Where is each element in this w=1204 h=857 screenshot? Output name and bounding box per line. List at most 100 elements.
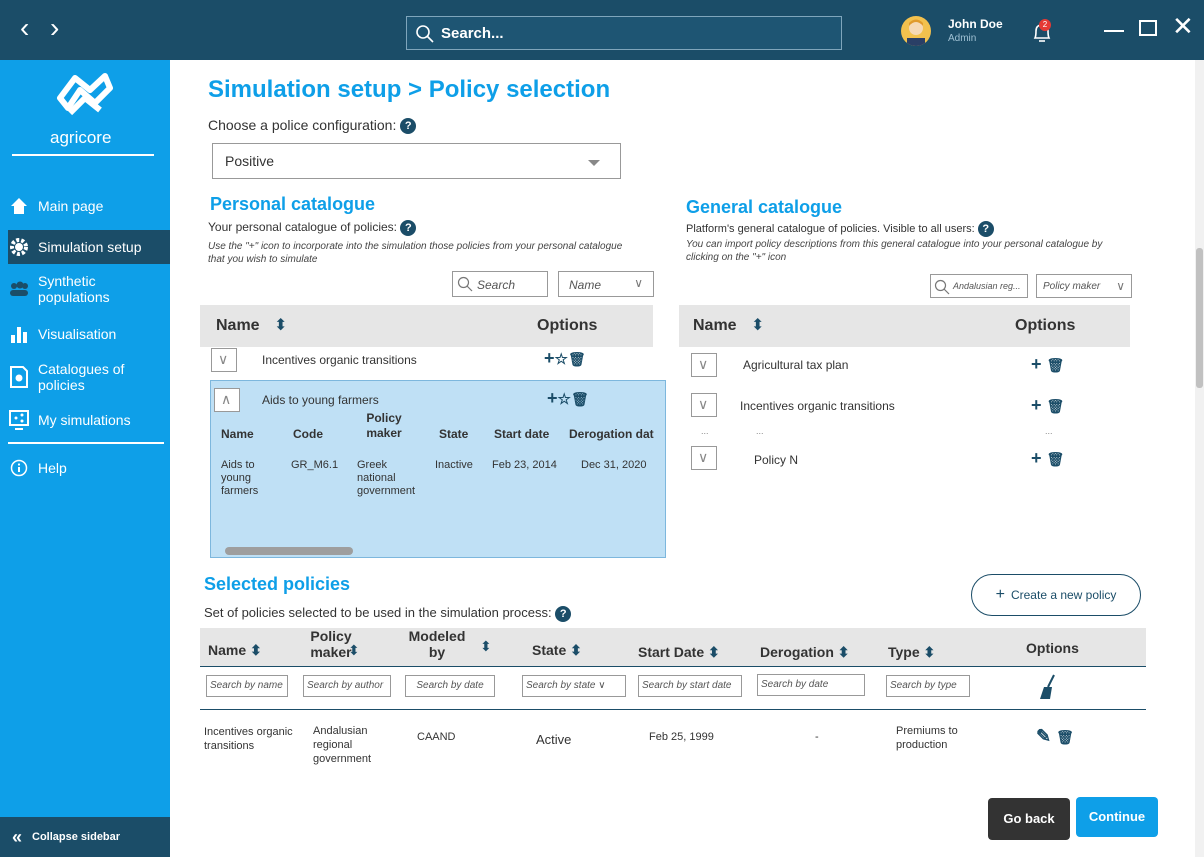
close-icon[interactable]: ✕ xyxy=(1172,13,1194,39)
col-name-header[interactable]: Name xyxy=(693,317,737,335)
add-icon[interactable]: + xyxy=(544,348,555,368)
list-item: Incentives organic transitions xyxy=(740,399,895,413)
sort-value: Name xyxy=(569,278,602,292)
filter-name-input[interactable]: Search by name xyxy=(206,675,288,697)
cell-start-date: Feb 25, 1999 xyxy=(649,731,714,743)
sort-icon[interactable]: ⬍ xyxy=(480,638,492,655)
personal-hint: Use the "+" icon to incorporate into the… xyxy=(208,241,623,265)
continue-button[interactable]: Continue xyxy=(1076,797,1158,837)
sidebar-item-my-simulations[interactable]: My simulations xyxy=(8,408,170,432)
chevron-down-icon: ∨ xyxy=(698,356,709,372)
sidebar-item-help[interactable]: Help xyxy=(8,456,170,480)
trash-icon[interactable]: 🗑 xyxy=(1047,451,1065,467)
share-screen-icon xyxy=(8,409,30,431)
chevron-right-icon[interactable]: › xyxy=(50,14,59,42)
filter-state-select[interactable]: Search by state ∨ xyxy=(522,675,626,697)
detail-value: Dec 31, 2020 xyxy=(581,459,647,471)
cell-policy-maker: Andalusian regional government xyxy=(313,725,372,765)
general-filter-select[interactable]: Policy maker ∨ xyxy=(1036,274,1132,298)
expand-row-button[interactable]: ∨ xyxy=(691,353,717,377)
collapse-sidebar-button[interactable]: « Collapse sidebar xyxy=(0,817,170,857)
expand-row-button[interactable]: ∨ xyxy=(211,348,237,372)
filter-author-input[interactable]: Search by author xyxy=(303,675,391,697)
create-policy-button[interactable]: + Create a new policy xyxy=(971,574,1141,616)
col-header-modeled-by[interactable]: Modeled by xyxy=(408,628,466,660)
sidebar-item-catalogues[interactable]: Catalogues of policies xyxy=(8,358,170,396)
expand-row-button[interactable]: ∨ xyxy=(691,446,717,470)
row-actions: + 🗑 xyxy=(1031,448,1064,469)
ellipsis-row: ... xyxy=(1045,426,1053,436)
trash-icon[interactable]: 🗑 xyxy=(568,351,586,367)
people-icon xyxy=(8,278,30,300)
add-icon[interactable]: + xyxy=(1031,354,1042,374)
avatar[interactable] xyxy=(901,16,931,46)
sort-icon[interactable]: ⬍ xyxy=(751,315,764,335)
trash-icon[interactable]: 🗑 xyxy=(1056,729,1074,745)
minimize-icon[interactable] xyxy=(1104,30,1124,32)
add-icon[interactable]: + xyxy=(1031,395,1042,415)
search-placeholder: Search xyxy=(477,278,516,292)
create-policy-label: Create a new policy xyxy=(1010,588,1117,602)
col-name-header[interactable]: Name xyxy=(216,317,260,335)
vertical-scrollbar[interactable] xyxy=(1195,60,1204,857)
general-search-input[interactable]: Andalusian reg... xyxy=(930,274,1028,298)
list-item: Agricultural tax plan xyxy=(743,358,849,372)
chevron-left-icon[interactable]: ‹ xyxy=(20,14,29,42)
detail-value: Inactive xyxy=(435,459,473,471)
go-back-button[interactable]: Go back xyxy=(988,798,1070,840)
personal-search-input[interactable]: Search xyxy=(452,271,548,297)
maximize-icon[interactable] xyxy=(1139,20,1157,36)
filter-start-date-input[interactable]: Search by start date xyxy=(638,675,742,697)
filter-value: Policy maker xyxy=(1043,281,1101,292)
chevron-down-icon: ∨ xyxy=(1116,279,1125,293)
col-header-name[interactable]: Name ⬍ xyxy=(208,642,262,659)
personal-subtitle-row: Your personal catalogue of policies: ? xyxy=(208,220,417,236)
filter-modeled-input[interactable]: Search by date xyxy=(405,675,495,697)
general-subtitle-row2: Platform's general catalogue of policies… xyxy=(686,221,994,237)
chevron-down-icon: ∨ xyxy=(698,396,709,412)
chevron-down-icon: ∨ xyxy=(218,351,229,367)
sidebar-item-synthetic-populations[interactable]: Synthetic populations xyxy=(8,270,170,308)
star-icon[interactable]: ☆ xyxy=(555,351,568,368)
pencil-icon[interactable]: ✎ xyxy=(1036,726,1051,746)
bell-icon[interactable]: 2 xyxy=(1030,19,1054,49)
help-icon[interactable]: ? xyxy=(400,220,417,236)
scrollbar-thumb[interactable] xyxy=(1196,248,1203,388)
row-actions: + 🗑 xyxy=(1031,354,1064,375)
filter-derogation-input[interactable]: Search by date xyxy=(757,674,865,696)
sort-icon[interactable]: ⬍ xyxy=(274,315,287,335)
personal-sort-select[interactable]: Name ∨ xyxy=(558,271,654,297)
personal-subtitle: Your personal catalogue of policies: xyxy=(208,220,398,235)
top-bar: ‹ › Search... John Doe Admin 2 ✕ xyxy=(0,0,1204,60)
broom-icon[interactable] xyxy=(1036,673,1060,703)
sidebar-item-simulation-setup[interactable]: Simulation setup xyxy=(8,230,170,264)
col-header-start-date[interactable]: Start Date ⬍ xyxy=(638,644,720,661)
star-icon[interactable]: ☆ xyxy=(558,391,571,408)
filter-type-input[interactable]: Search by type xyxy=(886,675,970,697)
trash-icon[interactable]: 🗑 xyxy=(571,391,589,407)
trash-icon[interactable]: 🗑 xyxy=(1047,398,1065,414)
detail-header: Policy maker xyxy=(366,411,402,440)
add-icon[interactable]: + xyxy=(1031,448,1042,468)
global-search-input[interactable]: Search... xyxy=(406,16,842,50)
horizontal-scrollbar[interactable] xyxy=(225,547,353,555)
help-icon[interactable]: ? xyxy=(977,221,994,237)
sidebar-item-label: Simulation setup xyxy=(38,239,142,255)
col-header-type[interactable]: Type ⬍ xyxy=(888,644,935,661)
general-hint: You can import policy descriptions from … xyxy=(686,239,1103,263)
sort-icon[interactable]: ⬍ xyxy=(348,642,360,659)
config-select[interactable]: Positive xyxy=(212,143,621,179)
col-header-derogation[interactable]: Derogation ⬍ xyxy=(760,644,850,661)
help-icon[interactable]: ? xyxy=(555,605,572,622)
trash-icon[interactable]: 🗑 xyxy=(1047,357,1065,373)
row-actions: + 🗑 xyxy=(1031,395,1064,416)
sidebar-item-main-page[interactable]: Main page xyxy=(8,194,170,218)
expand-row-button[interactable]: ∨ xyxy=(691,393,717,417)
col-header-state[interactable]: State ⬍ xyxy=(532,642,582,659)
page-title: Simulation setup > Policy selection xyxy=(208,76,611,103)
sidebar-item-visualisation[interactable]: Visualisation xyxy=(8,322,170,346)
help-icon[interactable]: ? xyxy=(400,118,417,135)
collapse-row-button[interactable]: ∧ xyxy=(214,388,240,412)
list-item: Incentives organic transitions xyxy=(262,353,417,367)
add-icon[interactable]: + xyxy=(547,388,558,408)
